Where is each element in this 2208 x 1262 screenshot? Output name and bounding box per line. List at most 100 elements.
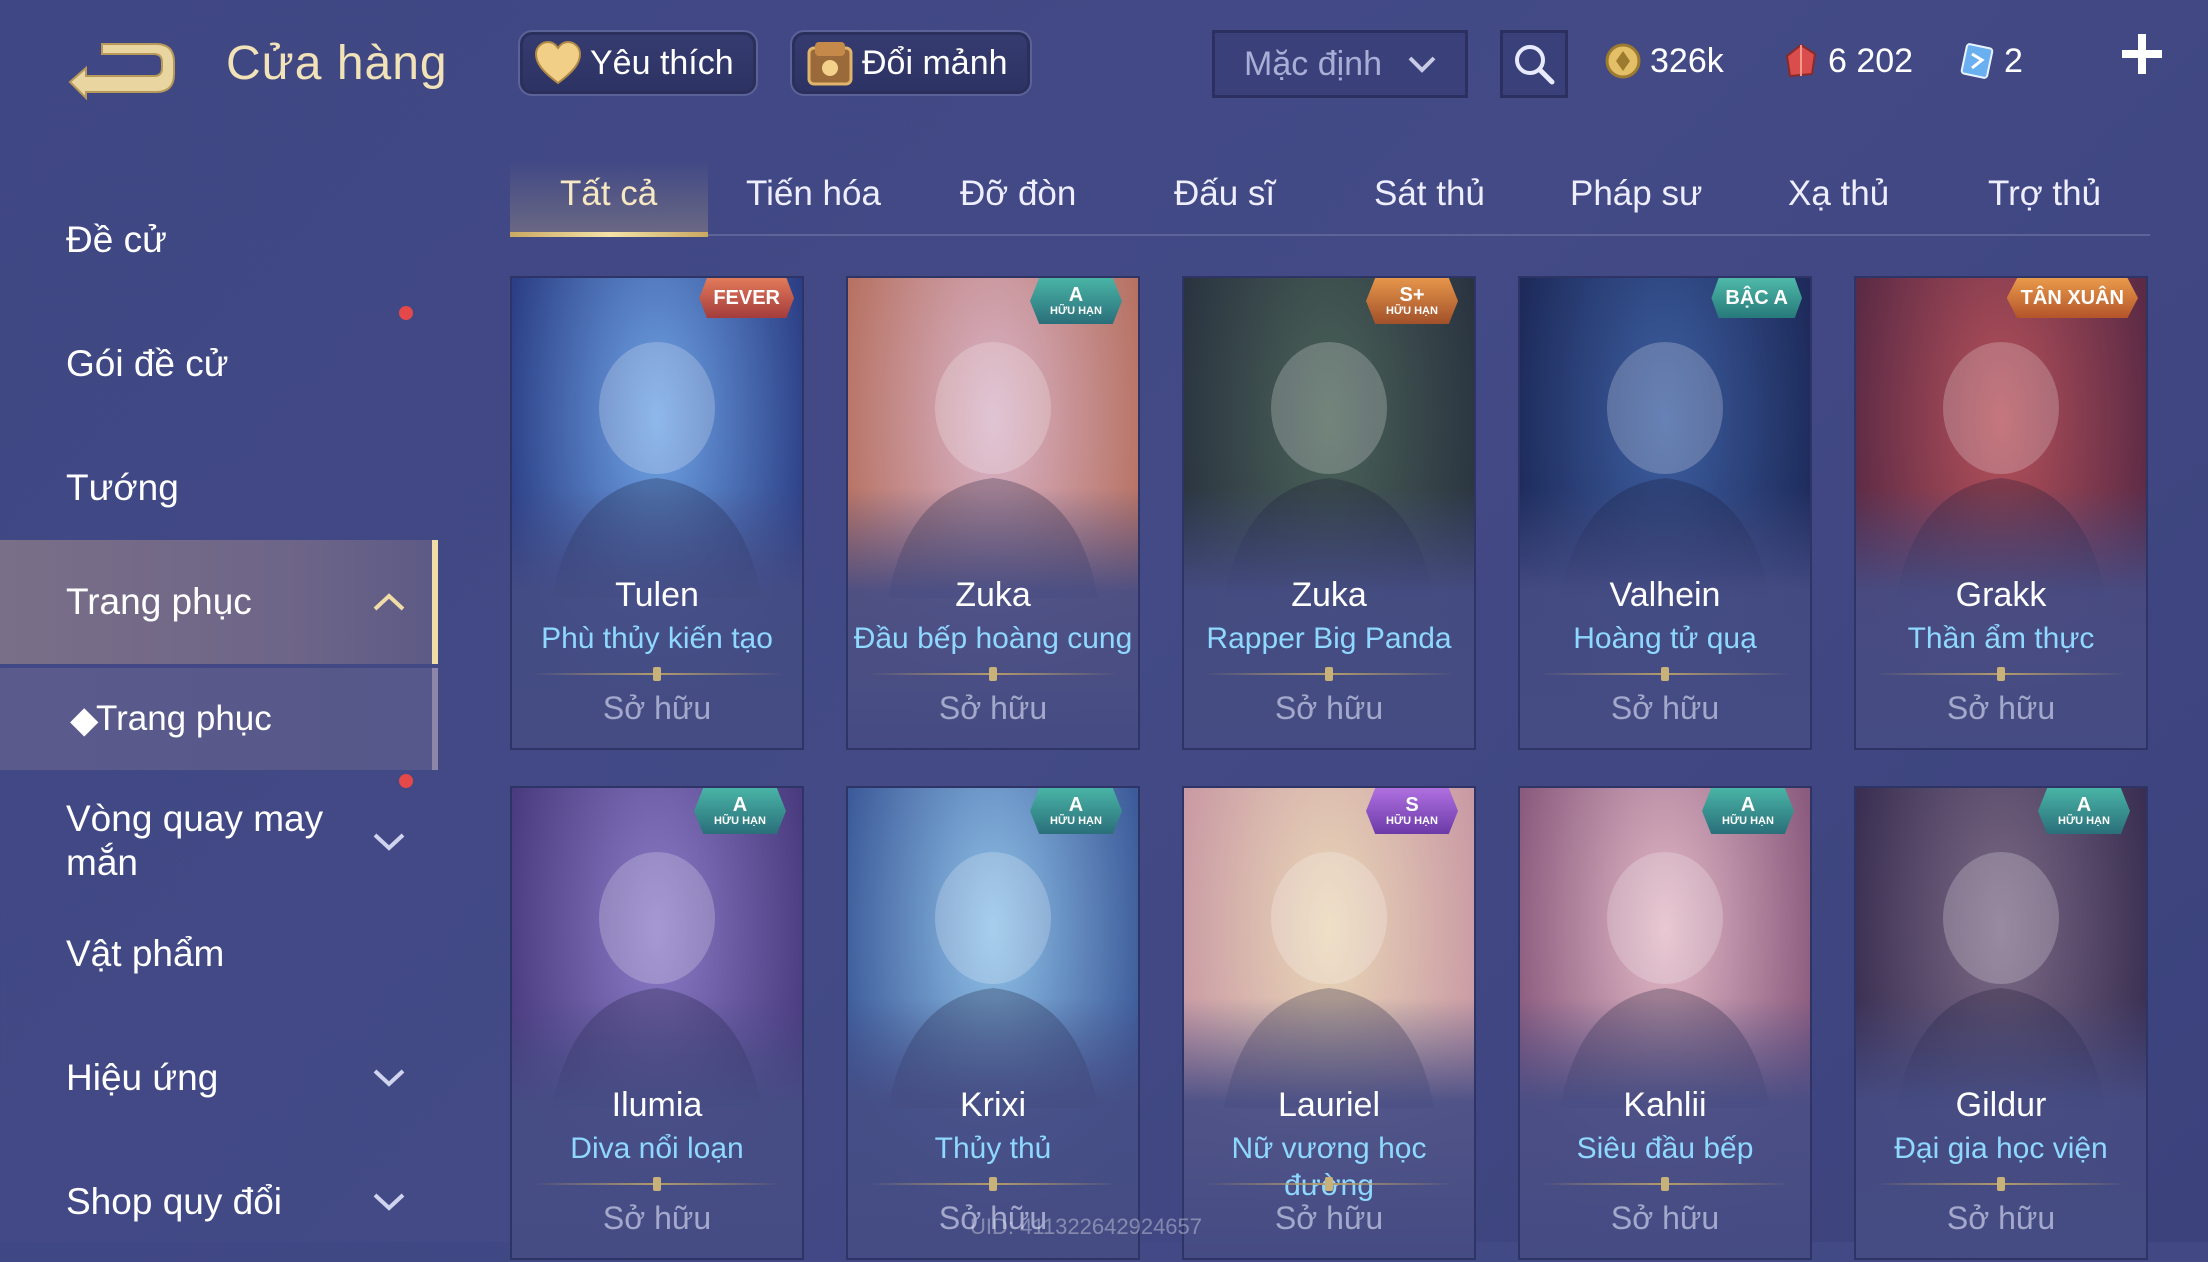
skin-name: Thủy thủ [934,1132,1052,1165]
skin-card[interactable]: S+ HỮU HẠN Zuka Rapper Big Panda Sở hữu [1182,276,1476,750]
rarity-badge: A HỮU HẠN [694,788,786,834]
sidebar-item-label: Vật phẩm [66,933,225,974]
skin-card[interactable]: TÂN XUÂN Grakk Thần ẩm thực Sở hữu [1854,276,2148,750]
sidebar-item-recommended-packs[interactable]: Gói đề cử [0,304,432,424]
skin-card[interactable]: A HỮU HẠN Ilumia Diva nổi loạn Sở hữu [510,786,804,1260]
badge-grade: A [2076,794,2092,816]
skin-card[interactable]: SHỮU HẠN Lauriel Nữ vương học đườngSở hữu [1182,786,1476,1260]
top-bar: Cửa hàng Yêu thích Đổi mảnh Mặc định 326… [0,0,2208,130]
skin-name: Hoàng tử quạ [1573,622,1757,655]
sidebar-item-heroes[interactable]: Tướng [0,428,432,548]
sidebar-subitem-skins[interactable]: ◆ Trang phục [0,668,438,770]
card-divider [532,1183,782,1185]
voucher-icon [1960,43,1994,79]
chevron-down-icon [373,833,405,851]
voucher-balance: 2 [1958,36,2023,86]
skin-card[interactable]: A HỮU HẠN Kahlii Siêu đầu bếp Sở hữu [1518,786,1812,1260]
skin-card[interactable]: A HỮU HẠN Gildur Đại gia học viện Sở hữu [1854,786,2148,1260]
add-currency-icon[interactable] [2118,30,2166,78]
card-divider [868,1183,1118,1185]
sort-dropdown[interactable]: Mặc định [1212,30,1468,98]
sidebar-item-skins[interactable]: Trang phục [0,540,438,664]
ownership-status: Sở hữu [602,1200,712,1236]
active-tab-underline [510,232,708,237]
rarity-badge: A HỮU HẠN [1030,788,1122,834]
skin-name: Diva nổi loạn [570,1132,744,1165]
red-gem-icon [1785,43,1817,78]
shard-chest-icon [804,37,856,89]
badge-subtitle: HỮU HẠN [1722,815,1774,827]
sidebar-item-label: Đề cử [66,219,167,260]
skin-card[interactable]: FEVER Tulen Phù thủy kiến tạo Sở hữu [510,276,804,750]
favorites-button[interactable]: Yêu thích [518,30,758,96]
skin-name: Siêu đầu bếp [1576,1132,1754,1165]
badge-subtitle: HỮU HẠN [1386,305,1438,317]
card-divider [1876,673,2126,675]
rarity-badge: TÂN XUÂN [2006,278,2138,318]
tab-support[interactable]: Trợ thủ [1988,174,2101,214]
sidebar-item-items[interactable]: Vật phẩm [0,894,432,1014]
favorites-label: Yêu thích [590,43,734,82]
skin-card[interactable]: BẬC A Valhein Hoàng tử quạ Sở hữu [1518,276,1812,750]
rarity-badge: S+ HỮU HẠN [1366,278,1458,324]
exchange-shards-button[interactable]: Đổi mảnh [790,30,1032,96]
ownership-status: Sở hữu [938,690,1048,726]
sidebar-item-label: Trang phục [66,581,252,622]
gold-balance: 326k [1604,36,1724,86]
card-divider [1204,673,1454,675]
voucher-value: 2 [2004,41,2023,80]
tab-mage[interactable]: Pháp sư [1570,174,1702,214]
skin-name: Đầu bếp hoàng cung [853,622,1133,655]
card-divider [532,673,782,675]
skin-card[interactable]: A HỮU HẠN Zuka Đầu bếp hoàng cung Sở hữu [846,276,1140,750]
badge-subtitle: HỮU HẠN [1386,815,1438,827]
chevron-down-icon [373,1069,405,1087]
hero-name: Krixi [959,1086,1027,1124]
tab-marksman[interactable]: Xạ thủ [1788,174,1889,214]
diamond-bullet-icon: ◆ [70,698,99,740]
chevron-up-icon [373,593,405,611]
search-button[interactable] [1500,30,1568,98]
rarity-badge: A HỮU HẠN [1030,278,1122,324]
tab-all[interactable]: Tất cả [560,174,657,214]
ownership-status: Sở hữu [1610,690,1720,726]
skin-name: Đại gia học viện [1894,1132,2108,1165]
back-arrow-icon[interactable] [62,38,182,104]
ownership-status: Sở hữu [1274,690,1384,726]
hero-name: Tulen [615,576,699,614]
exchange-label: Đổi mảnh [862,43,1008,82]
notification-dot [399,774,413,788]
hero-name: Lauriel [1277,1086,1381,1124]
sidebar-item-recommended[interactable]: Đề cử [0,180,432,300]
rarity-badge: BẬC A [1711,278,1802,318]
skin-name: Phù thủy kiến tạo [541,622,773,655]
skin-card[interactable]: A HỮU HẠN Krixi Thủy thủ Sở hữu [846,786,1140,1260]
gem-value: 6 202 [1828,41,1914,80]
tab-evolution[interactable]: Tiến hóa [746,174,881,214]
sidebar-item-lucky-spin[interactable]: Vòng quay may mắn [0,774,432,906]
sidebar-item-label: Shop quy đổi [66,1181,283,1222]
user-id: UID: 411322642924657 [970,1214,1203,1239]
sidebar-item-effects[interactable]: Hiệu ứng [0,1018,432,1138]
gem-balance: 6 202 [1782,36,1913,86]
tab-assassin[interactable]: Sát thủ [1374,174,1485,214]
card-divider [1204,1183,1454,1185]
sidebar-item-label: Trang phục [96,699,272,738]
badge-subtitle: HỮU HẠN [2058,815,2110,827]
category-tabs: Tất cả Tiến hóa Đỡ đòn Đấu sĩ Sát thủ Ph… [510,160,2150,237]
hero-name: Gildur [1955,1086,2047,1124]
ownership-status: Sở hữu [602,690,712,726]
badge-subtitle: HỮU HẠN [1050,815,1102,827]
notification-dot [399,306,413,320]
tab-fighter[interactable]: Đấu sĩ [1174,174,1275,214]
card-divider [1540,1183,1790,1185]
ownership-status: Sở hữu [1274,1200,1384,1236]
card-divider [1540,673,1790,675]
sidebar-item-exchange-shop[interactable]: Shop quy đổi [0,1142,432,1262]
tab-tank[interactable]: Đỡ đòn [960,174,1076,214]
sidebar-item-label: Gói đề cử [66,343,229,384]
gold-coin-icon [1605,43,1641,79]
skin-name: Rapper Big Panda [1206,622,1452,655]
search-icon [1515,45,1555,85]
rarity-badge: A HỮU HẠN [1702,788,1794,834]
